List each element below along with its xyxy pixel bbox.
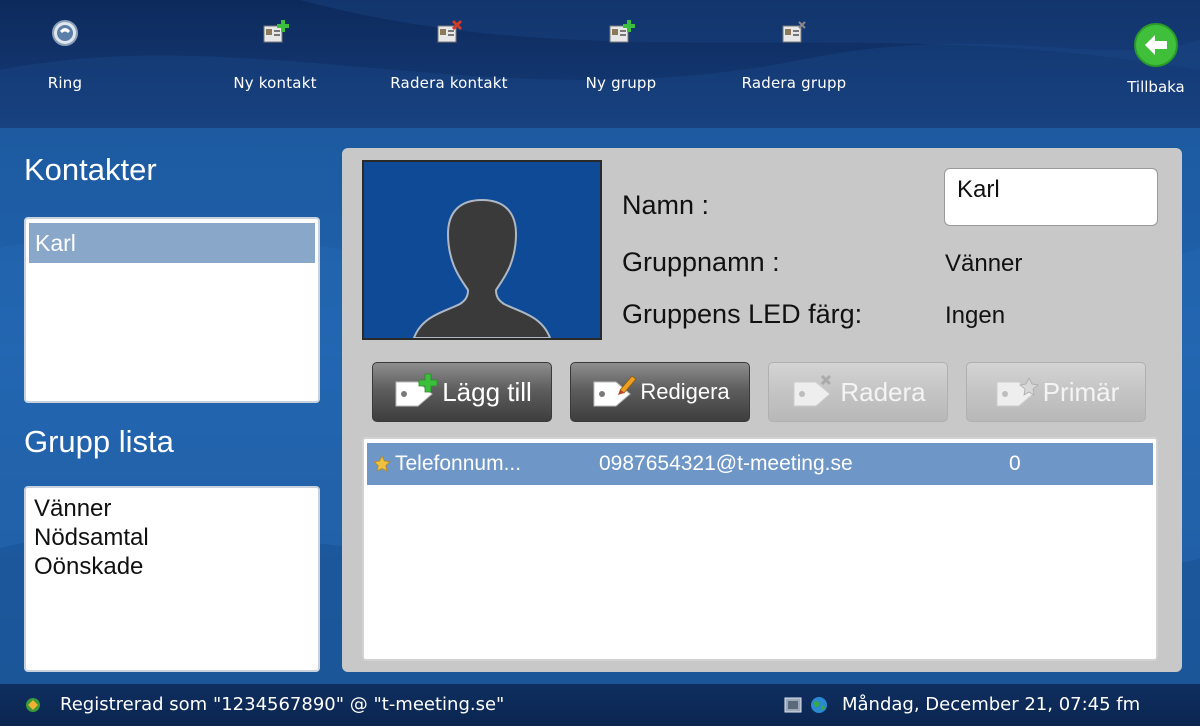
new-group-button[interactable]: Ny grupp	[541, 18, 701, 92]
delete-group-button[interactable]: Radera grupp	[714, 18, 874, 92]
number-list[interactable]: Telefonnum... 0987654321@t-meeting.se 0	[362, 437, 1158, 661]
delete-group-icon	[782, 21, 806, 43]
delete-group-label: Radera grupp	[741, 74, 847, 92]
edit-number-button[interactable]: Redigera	[570, 362, 750, 422]
phone-globe-icon	[52, 20, 78, 46]
contacts-title: Kontakter	[24, 152, 157, 187]
contact-item-karl[interactable]: Karl	[29, 223, 315, 263]
globe-icon	[811, 697, 827, 713]
contact-detail-panel: Namn : Gruppnamn : Vänner Gruppens LED f…	[342, 148, 1182, 672]
add-tag-icon	[395, 373, 438, 407]
primary-star-icon	[373, 455, 391, 472]
network-icon	[784, 697, 802, 713]
back-arrow-icon	[1134, 23, 1178, 67]
primary-star-tag-icon	[996, 377, 1039, 407]
add-contact-icon	[263, 20, 289, 43]
delete-tag-icon	[793, 374, 832, 407]
name-input[interactable]	[944, 168, 1158, 226]
new-contact-button[interactable]: Ny kontakt	[195, 18, 355, 92]
status-bar: Registrerad som "1234567890" @ "t-meetin…	[0, 684, 1200, 726]
group-name-label: Gruppnamn :	[622, 247, 780, 277]
contact-list[interactable]: Karl	[24, 217, 320, 403]
delete-contact-icon	[437, 19, 463, 43]
delete-number-label: Radera	[840, 376, 926, 407]
person-silhouette-icon	[412, 198, 552, 339]
led-color-value: Ingen	[945, 302, 1006, 329]
group-list[interactable]: Vänner Nödsamtal Oönskade	[24, 486, 320, 672]
main-area: Kontakter Karl Grupp lista Vänner Nödsam…	[0, 128, 1200, 684]
group-item-nodsamtal[interactable]: Nödsamtal	[34, 523, 318, 552]
registration-status-icon	[26, 698, 40, 712]
edit-number-label: Redigera	[640, 379, 730, 404]
date-time: Måndag, December 21, 07:45 fm	[842, 694, 1141, 715]
toolbar: Ring Ny kontakt Radera kontakt Ny grupp …	[0, 0, 1200, 128]
number-row[interactable]: Telefonnum... 0987654321@t-meeting.se 0	[367, 443, 1153, 485]
group-item-oonskade[interactable]: Oönskade	[34, 552, 318, 581]
edit-tag-icon	[593, 375, 637, 407]
led-color-label: Gruppens LED färg:	[622, 299, 863, 329]
number-type: Telefonnum...	[395, 452, 522, 475]
name-label: Namn :	[622, 190, 710, 220]
group-item-vanner[interactable]: Vänner	[34, 494, 318, 523]
delete-number-button[interactable]: Radera	[768, 362, 948, 422]
new-group-label: Ny grupp	[585, 74, 657, 92]
add-number-label: Lägg till	[442, 376, 532, 407]
ring-label: Ring	[47, 74, 83, 92]
ring-button[interactable]: Ring	[0, 18, 145, 92]
set-primary-label: Primär	[1042, 376, 1120, 407]
registration-status: Registrerad som "1234567890" @ "t-meetin…	[60, 694, 505, 715]
back-button[interactable]: Tillbaka	[1112, 22, 1200, 96]
group-list-title: Grupp lista	[24, 424, 174, 459]
delete-contact-button[interactable]: Radera kontakt	[369, 18, 529, 92]
add-group-icon	[609, 20, 635, 43]
back-label: Tillbaka	[1127, 78, 1185, 96]
set-primary-button[interactable]: Primär	[966, 362, 1146, 422]
delete-contact-label: Radera kontakt	[390, 74, 508, 92]
number-index: 0	[1009, 452, 1021, 475]
number-address: 0987654321@t-meeting.se	[599, 452, 853, 475]
add-number-button[interactable]: Lägg till	[372, 362, 552, 422]
group-name-value: Vänner	[945, 250, 1023, 277]
avatar	[362, 160, 602, 340]
new-contact-label: Ny kontakt	[233, 74, 317, 92]
